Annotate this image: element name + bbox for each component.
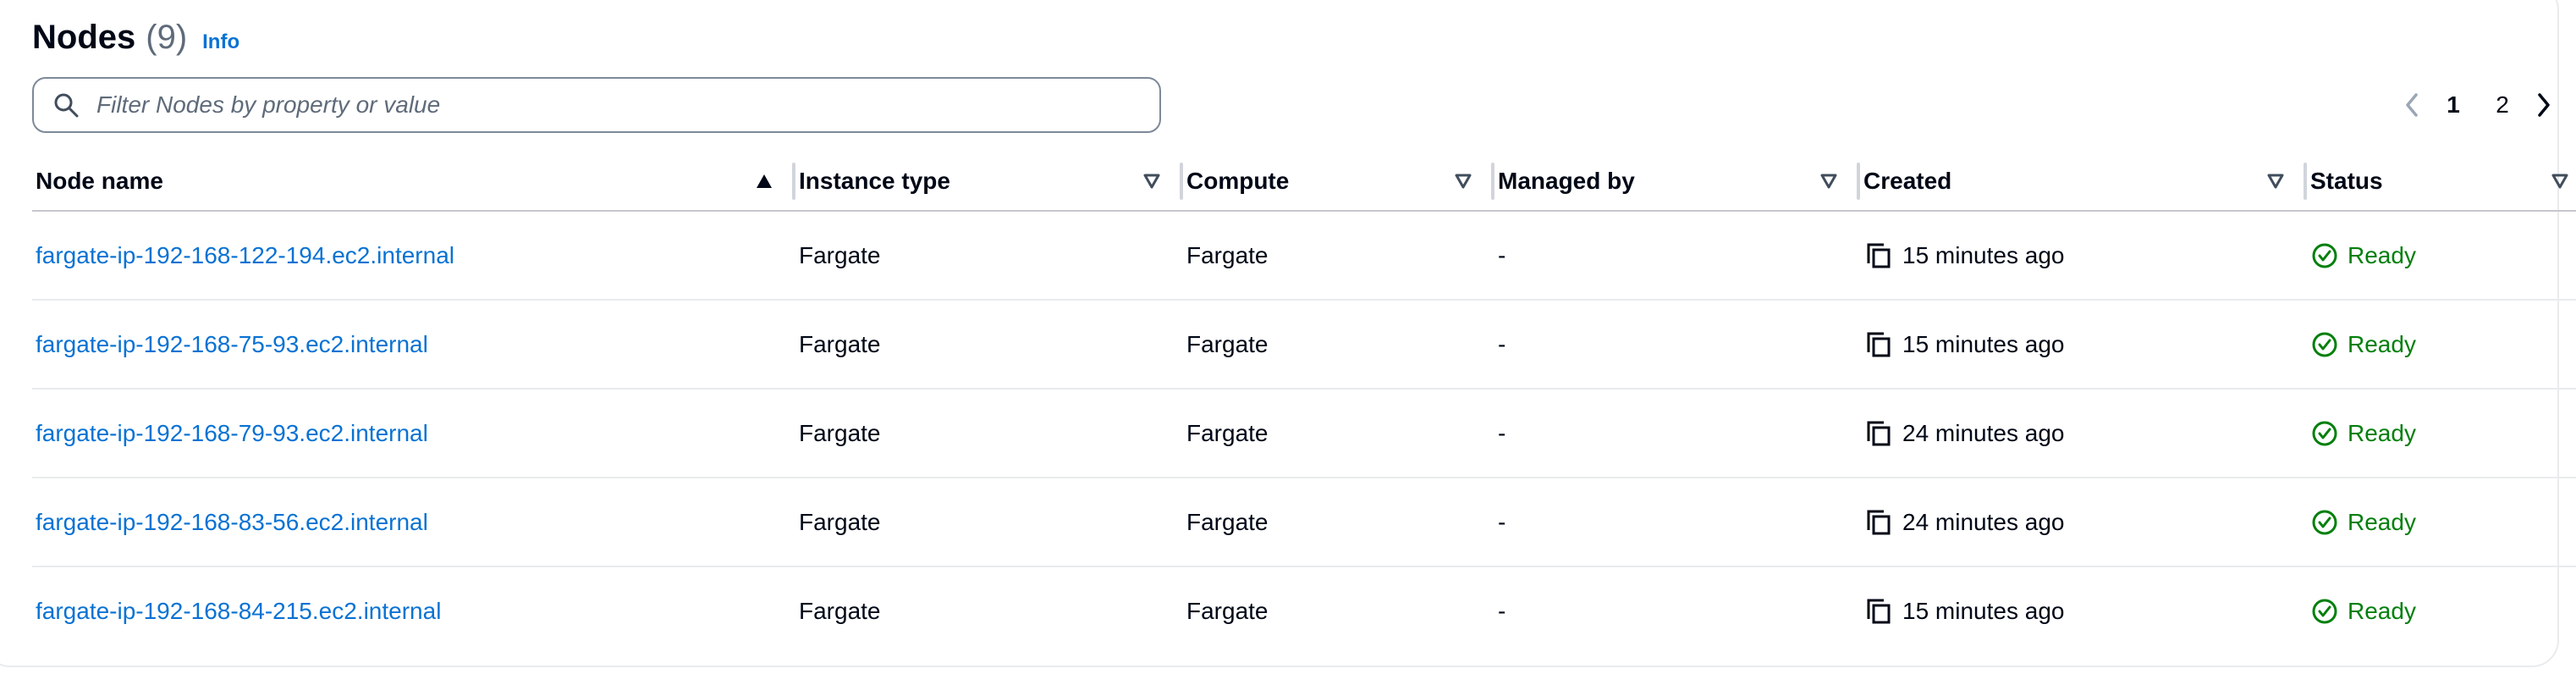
compute-cell: Fargate xyxy=(1183,300,1494,389)
managed-by-cell: - xyxy=(1494,389,1860,478)
column-header-instance-type[interactable]: Instance type xyxy=(795,152,1183,212)
node-name-link[interactable]: fargate-ip-192-168-75-93.ec2.internal xyxy=(36,331,428,357)
node-name-link[interactable]: fargate-ip-192-168-122-194.ec2.internal xyxy=(36,242,454,268)
status-text: Ready xyxy=(2348,330,2416,357)
node-name-link[interactable]: fargate-ip-192-168-84-215.ec2.internal xyxy=(36,598,441,624)
column-label: Created xyxy=(1863,168,1952,194)
filter-input[interactable] xyxy=(95,91,1114,119)
copy-icon[interactable] xyxy=(1863,508,1892,537)
instance-type-cell: Fargate xyxy=(795,389,1183,478)
managed-by-cell: - xyxy=(1494,478,1860,567)
status-text: Ready xyxy=(2348,508,2416,535)
status-text: Ready xyxy=(2348,241,2416,268)
column-label: Status xyxy=(2310,168,2383,194)
nodes-header: Nodes (9) Info xyxy=(32,19,239,57)
sort-icon xyxy=(1143,174,1160,189)
compute-cell: Fargate xyxy=(1183,389,1494,478)
node-count: (9) xyxy=(146,19,188,56)
table-header-row: Node name Instance type Compute Managed … xyxy=(32,152,2576,212)
table-row: fargate-ip-192-168-122-194.ec2.internal … xyxy=(32,211,2576,301)
column-header-node-name[interactable]: Node name xyxy=(32,152,795,212)
column-header-created[interactable]: Created xyxy=(1860,152,2307,212)
column-header-managed-by[interactable]: Managed by xyxy=(1494,152,1860,212)
table-row: fargate-ip-192-168-75-93.ec2.internal Fa… xyxy=(32,300,2576,389)
node-name-link[interactable]: fargate-ip-192-168-83-56.ec2.internal xyxy=(36,509,428,535)
chevron-left-icon xyxy=(2406,93,2418,117)
column-label: Managed by xyxy=(1498,168,1635,194)
compute-cell: Fargate xyxy=(1183,478,1494,567)
copy-icon[interactable] xyxy=(1863,419,1892,448)
managed-by-cell: - xyxy=(1498,597,1506,624)
sort-icon xyxy=(2267,174,2284,189)
column-label: Compute xyxy=(1186,168,1290,194)
copy-icon[interactable] xyxy=(1863,597,1892,626)
filter-box[interactable] xyxy=(32,77,1161,133)
created-time: 24 minutes ago xyxy=(1902,508,2065,535)
created-time: 15 minutes ago xyxy=(1902,597,2065,624)
instance-type-cell: Fargate xyxy=(795,211,1183,301)
table-row: fargate-ip-192-168-83-56.ec2.internal Fa… xyxy=(32,478,2576,567)
column-header-compute[interactable]: Compute xyxy=(1183,152,1494,212)
chevron-right-icon xyxy=(2538,93,2550,117)
created-time: 24 minutes ago xyxy=(1902,419,2065,446)
status-success-icon xyxy=(2312,243,2337,268)
managed-by-cell: - xyxy=(1494,211,1860,301)
search-icon xyxy=(54,93,79,118)
prev-page-button[interactable] xyxy=(2395,85,2429,125)
column-header-status[interactable]: Status xyxy=(2307,152,2576,212)
column-label: Node name xyxy=(36,168,163,194)
sort-ascending-icon xyxy=(757,174,772,188)
page-1-button[interactable]: 1 xyxy=(2429,91,2478,119)
pagination: 1 2 xyxy=(2395,85,2561,125)
next-page-button[interactable] xyxy=(2527,85,2561,125)
status-success-icon xyxy=(2312,599,2337,623)
page-title: Nodes xyxy=(32,19,136,56)
page-2-button[interactable]: 2 xyxy=(2478,91,2527,119)
status-success-icon xyxy=(2312,332,2337,356)
table-row: fargate-ip-192-168-79-93.ec2.internal Fa… xyxy=(32,389,2576,478)
table-row: fargate-ip-192-168-84-215.ec2.internal F… xyxy=(32,566,2576,655)
info-link[interactable]: Info xyxy=(202,30,239,54)
copy-icon[interactable] xyxy=(1863,330,1892,359)
created-time: 15 minutes ago xyxy=(1902,330,2065,357)
sort-icon xyxy=(1455,174,1472,189)
status-text: Ready xyxy=(2348,419,2416,446)
nodes-table: Node name Instance type Compute Managed … xyxy=(32,152,2576,655)
column-label: Instance type xyxy=(799,168,950,194)
created-time: 15 minutes ago xyxy=(1902,241,2065,268)
status-success-icon xyxy=(2312,510,2337,534)
node-name-link[interactable]: fargate-ip-192-168-79-93.ec2.internal xyxy=(36,420,428,446)
managed-by-cell: - xyxy=(1494,300,1860,389)
sort-icon xyxy=(1820,174,1837,189)
copy-icon[interactable] xyxy=(1863,241,1892,270)
instance-type-cell: Fargate xyxy=(799,597,881,624)
sort-icon xyxy=(2551,174,2568,189)
status-text: Ready xyxy=(2348,597,2416,624)
instance-type-cell: Fargate xyxy=(795,478,1183,567)
instance-type-cell: Fargate xyxy=(795,300,1183,389)
status-success-icon xyxy=(2312,421,2337,445)
compute-cell: Fargate xyxy=(1186,597,1269,624)
compute-cell: Fargate xyxy=(1183,211,1494,301)
